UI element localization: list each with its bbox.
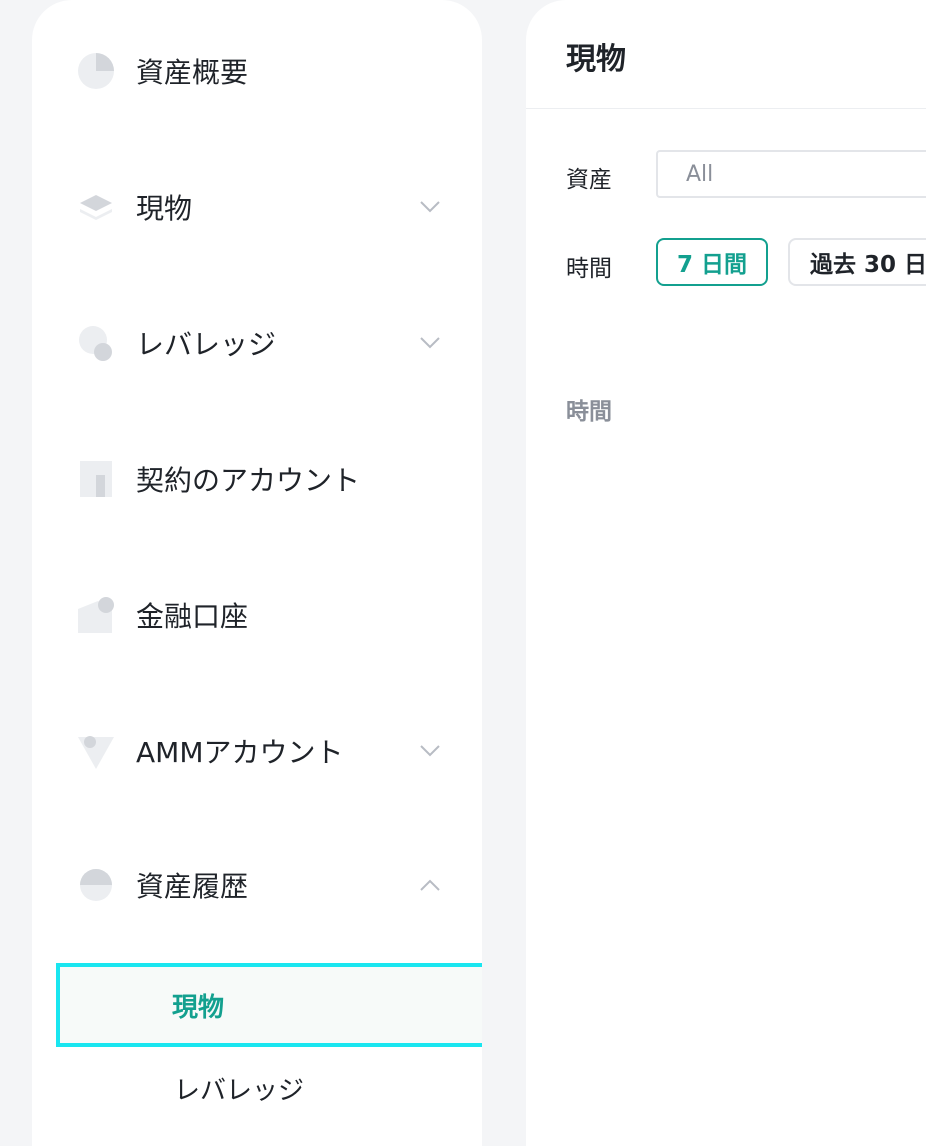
sidebar-item-amm-account[interactable]: AMMアカウント [32,719,482,783]
contract-bars-icon [76,459,116,499]
sidebar-item-label: 金融口座 [136,600,249,633]
layers-icon [76,187,116,227]
history-half-circle-icon [76,865,116,905]
sidebar-item-finance-account[interactable]: 金融口座 [32,583,482,647]
sidebar-item-leverage[interactable]: レバレッジ [32,311,482,375]
sidebar-item-label: 資産概要 [136,56,249,89]
pie-chart-icon [76,51,116,91]
sidebar: 資産概要 現物 レバレッジ 契約のアカウント 金融口座 AMMアカウント 資産履… [32,0,482,1146]
sidebar-item-asset-overview[interactable]: 資産概要 [32,39,482,103]
header-divider [526,108,926,109]
sidebar-subitem-spot[interactable]: 現物 [56,963,482,1047]
range-30-days-button[interactable]: 過去 30 日 [788,238,926,286]
sidebar-item-spot[interactable]: 現物 [32,175,482,239]
sidebar-item-asset-history[interactable]: 資産履歴 [32,853,482,917]
sidebar-subitem-leverage[interactable]: レバレッジ [32,1048,482,1128]
sidebar-item-label: 資産履歴 [136,870,249,903]
sidebar-item-contract-account[interactable]: 契約のアカウント [32,447,482,511]
finance-wallet-icon [76,595,116,635]
sidebar-subitem-label: 現物 [172,992,225,1023]
chevron-down-icon[interactable] [418,195,442,219]
table-header-time: 時間 [566,399,612,425]
chevron-up-icon[interactable] [418,873,442,897]
sidebar-item-label: AMMアカウント [136,736,344,769]
page-title: 現物 [566,42,626,77]
sidebar-item-label: レバレッジ [136,328,277,361]
chevron-down-icon[interactable] [418,739,442,763]
sidebar-item-label: 現物 [136,192,193,225]
asset-filter-label: 資産 [566,167,612,193]
leverage-circles-icon [76,323,116,363]
chevron-down-icon[interactable] [418,331,442,355]
amm-triangle-icon [76,731,116,771]
asset-select[interactable]: All [656,150,926,198]
sidebar-item-label: 契約のアカウント [136,464,361,497]
range-7-days-button[interactable]: 7 日間 [656,238,768,286]
main-panel: 現物 資産 All 時間 7 日間 過去 30 日 時間 [526,0,926,1146]
time-filter-label: 時間 [566,256,612,282]
asset-select-value: All [686,162,714,187]
sidebar-subitem-label: レバレッジ [174,1075,305,1106]
